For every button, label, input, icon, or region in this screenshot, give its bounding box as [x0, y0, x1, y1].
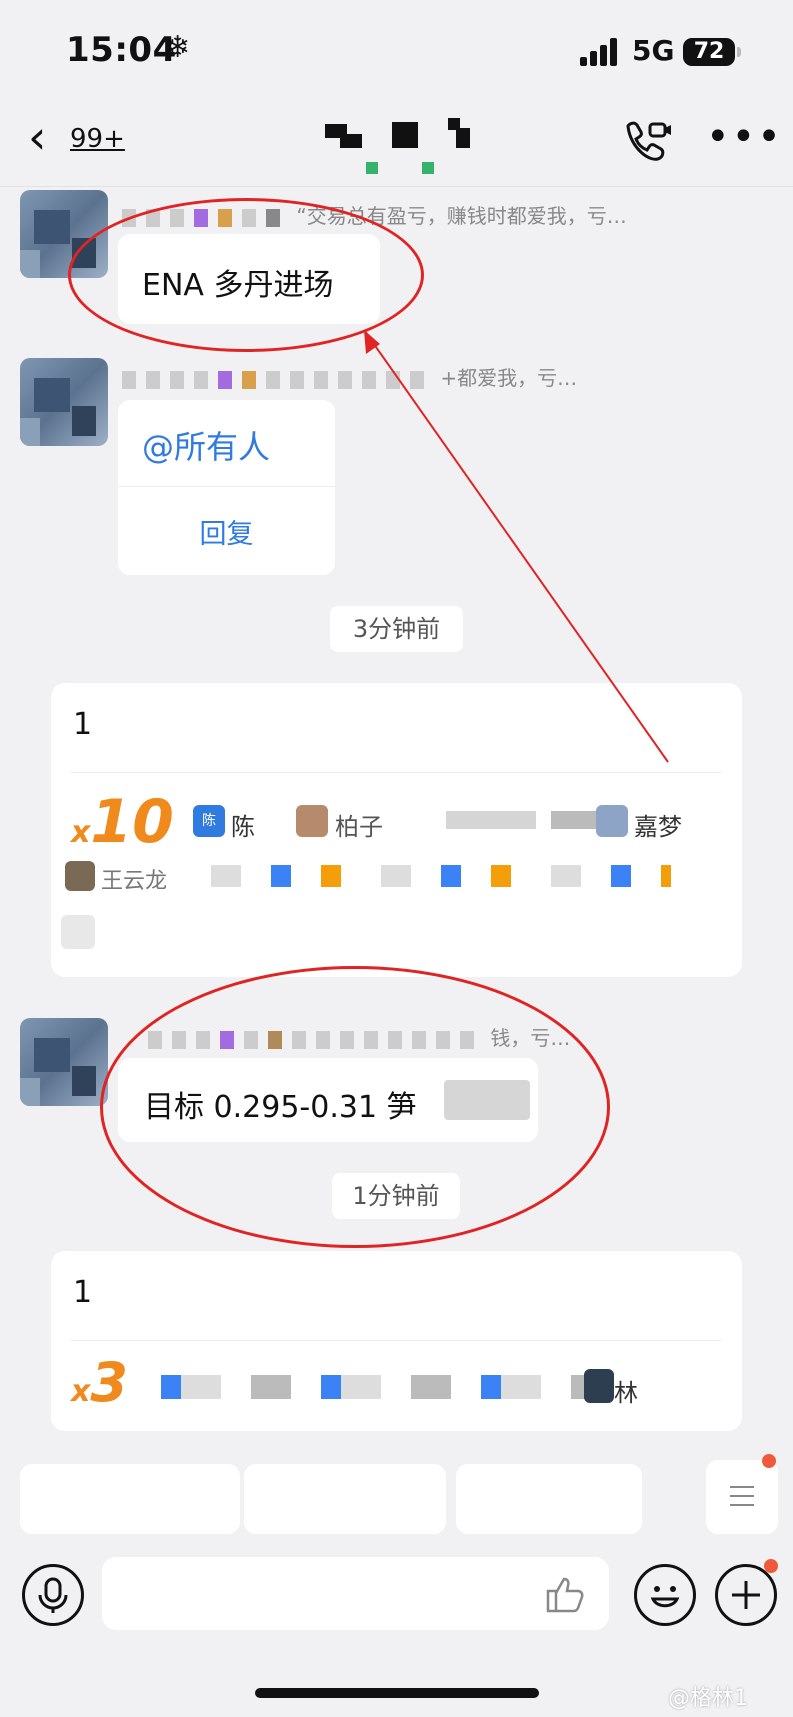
signal-icon	[580, 38, 620, 66]
status-time: 15:04	[66, 30, 177, 70]
network-label: 5G	[632, 34, 675, 67]
plus-icon[interactable]	[715, 1559, 778, 1626]
message-input[interactable]	[102, 1557, 609, 1630]
avatar	[596, 805, 628, 837]
mention-card[interactable]: @所有人 回复	[118, 400, 335, 575]
home-indicator[interactable]	[255, 1688, 539, 1698]
reactor-name: 嘉梦	[634, 813, 682, 841]
reaction-count: x10	[71, 787, 174, 857]
unread-badge[interactable]: 99+	[70, 124, 125, 154]
redacted-names	[211, 865, 671, 887]
reaction-card[interactable]: 1 x3 林	[51, 1251, 742, 1431]
reactor-name: 陈	[231, 813, 255, 841]
battery-icon: 72	[683, 38, 741, 66]
quick-reply-chip[interactable]	[456, 1464, 642, 1534]
back-icon[interactable]: ‹	[28, 112, 46, 162]
watermark: @格林1	[668, 1686, 748, 1711]
reaction-count: x3	[71, 1351, 128, 1414]
avatar	[65, 861, 95, 891]
reply-button[interactable]: 回复	[118, 512, 335, 551]
quick-reply-chip[interactable]	[20, 1464, 240, 1534]
more-icon[interactable]: •••	[706, 117, 783, 157]
emoji-icon[interactable]	[634, 1564, 696, 1626]
reactor-name: 王云龙	[101, 869, 168, 894]
reactor-name: 林	[614, 1379, 638, 1407]
avatar[interactable]	[20, 1018, 108, 1106]
avatar	[61, 915, 95, 949]
redacted-names	[161, 1375, 601, 1399]
avatar	[584, 1369, 614, 1403]
quick-reply-chip[interactable]	[244, 1464, 446, 1534]
chat-title-redacted[interactable]	[320, 118, 480, 174]
thumbs-up-icon[interactable]	[544, 1574, 586, 1614]
redacted-names	[446, 811, 536, 829]
timestamp: 1分钟前	[332, 1173, 460, 1219]
video-call-icon[interactable]	[622, 118, 672, 162]
avatar[interactable]	[20, 358, 108, 446]
avatar: 陈	[193, 805, 225, 837]
microphone-icon[interactable]	[22, 1564, 84, 1626]
reactor-name: 柏子	[335, 813, 383, 841]
menu-icon[interactable]	[706, 1454, 778, 1534]
mention-all[interactable]: @所有人	[142, 422, 270, 468]
annotation-arrow	[363, 329, 669, 763]
card-text: 1	[73, 707, 93, 742]
avatar	[296, 805, 328, 837]
card-text: 1	[73, 1275, 93, 1310]
snowflake-icon: ❄	[165, 30, 191, 65]
